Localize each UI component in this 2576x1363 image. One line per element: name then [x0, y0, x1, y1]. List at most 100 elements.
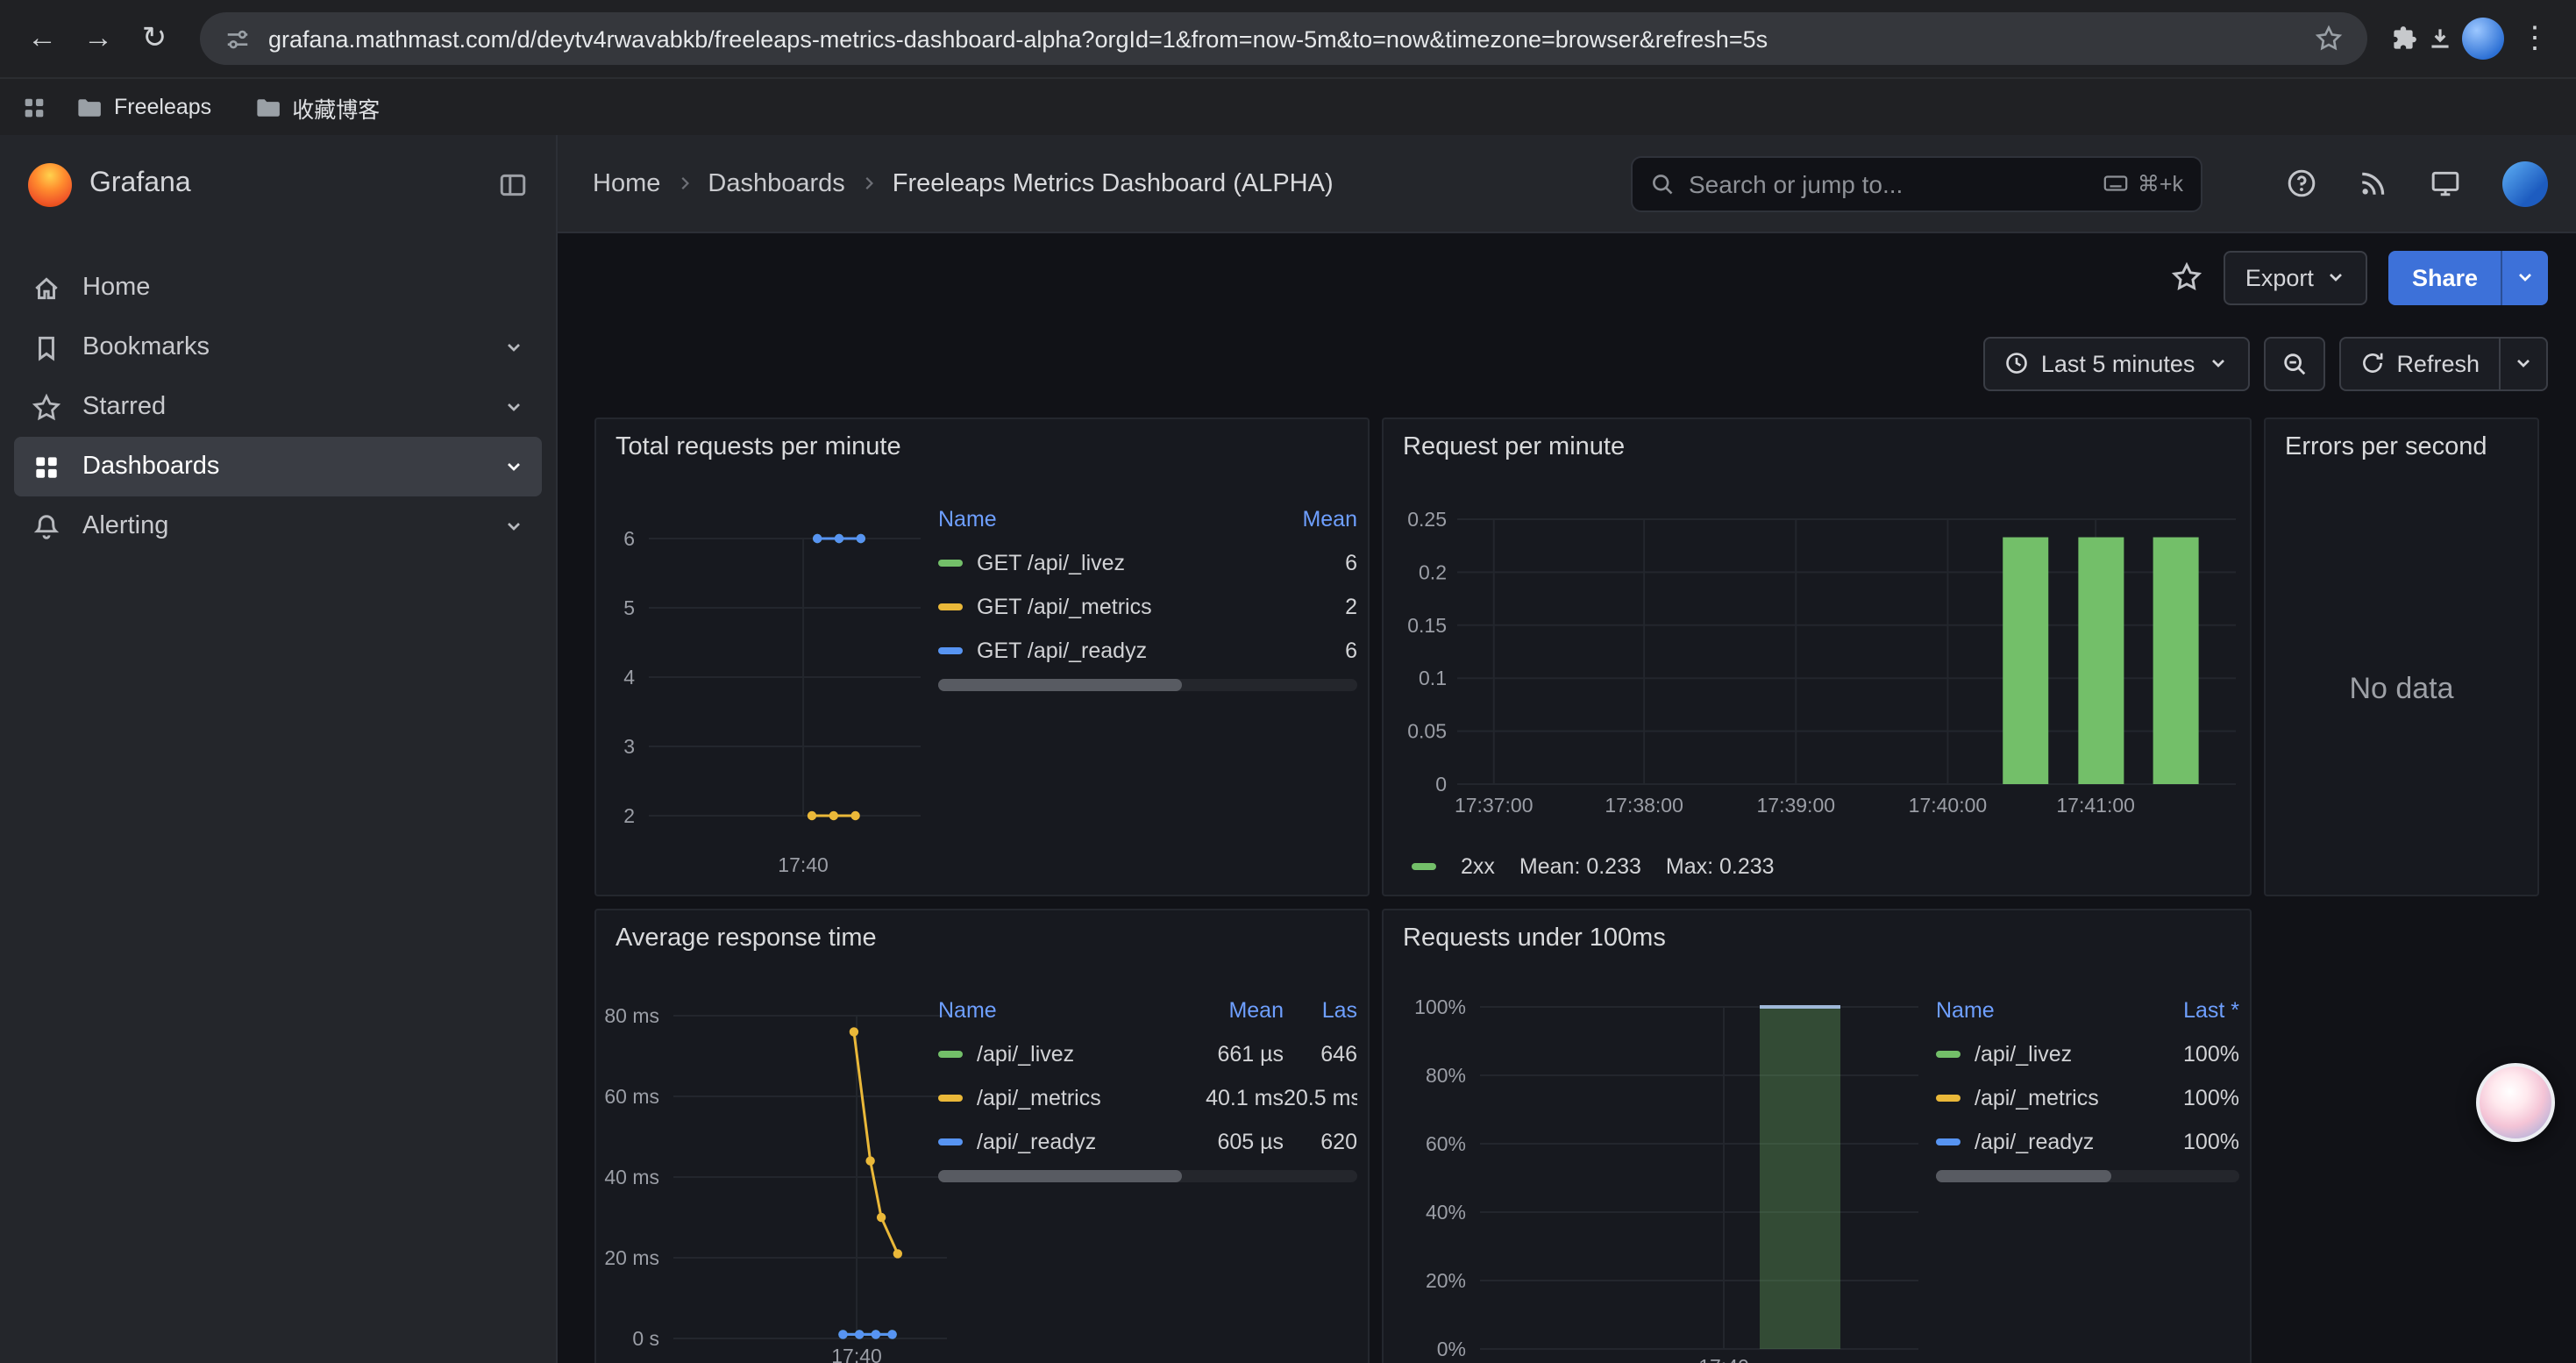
chevron-right-icon — [674, 174, 694, 193]
reload-icon[interactable]: ↻ — [130, 14, 179, 63]
scrollbar-thumb[interactable] — [938, 1170, 1181, 1182]
address-bar[interactable]: grafana.mathmast.com/d/deytv4rwavabkb/fr… — [200, 12, 2367, 65]
back-icon[interactable]: ← — [18, 14, 67, 63]
legend-scrollbar[interactable] — [938, 1170, 1357, 1182]
legend-header-name[interactable]: Name — [1936, 997, 2148, 1022]
bookmark-item-blogs[interactable]: 收藏博客 — [239, 85, 394, 129]
legend-series-name[interactable]: /api/_readyz — [1975, 1129, 2094, 1153]
legend-value: 100% — [2148, 1085, 2239, 1110]
scrollbar-thumb[interactable] — [938, 679, 1181, 691]
refresh-button[interactable]: Refresh — [2338, 336, 2499, 390]
legend-header-2[interactable]: Las — [1284, 997, 1357, 1022]
dashboard-canvas: Total requests per minute 6543217:40 Nam… — [558, 417, 2576, 1363]
series-swatch — [1936, 1050, 1960, 1057]
svg-text:17:37:00: 17:37:00 — [1455, 794, 1534, 817]
svg-text:0.05: 0.05 — [1407, 720, 1447, 743]
help-icon[interactable] — [2287, 168, 2316, 198]
grafana-sidebar: Grafana HomeBookmarksStarredDashboardsAl… — [0, 135, 558, 1363]
browser-toolbar: ← → ↻ grafana.mathmast.com/d/deytv4rwava… — [0, 0, 2576, 77]
apps-grid-icon[interactable] — [21, 94, 47, 120]
legend-row: GET /api/_readyz6 — [938, 628, 1357, 672]
clock-icon — [2004, 351, 2029, 375]
browser-profile-avatar[interactable] — [2462, 18, 2504, 60]
grafana-logo-icon[interactable] — [28, 162, 72, 206]
legend-series-name[interactable]: /api/_metrics — [1975, 1085, 2099, 1110]
scrollbar-thumb[interactable] — [1936, 1170, 2112, 1182]
legend-scrollbar[interactable] — [938, 679, 1357, 691]
site-info-icon[interactable] — [224, 25, 251, 52]
dock-sidebar-icon[interactable] — [498, 169, 528, 199]
forward-icon[interactable]: → — [74, 14, 123, 63]
panel-title[interactable]: Errors per second — [2266, 419, 2537, 475]
legend-row: /api/_readyz100% — [1936, 1119, 2239, 1163]
legend-header-1[interactable]: Mean — [1256, 506, 1357, 531]
bookmark-item-freeleaps[interactable]: Freeleaps — [61, 89, 225, 125]
downloads-icon[interactable] — [2425, 24, 2455, 54]
legend-series-name[interactable]: GET /api/_readyz — [977, 638, 1147, 662]
legend-header-1[interactable]: Last * — [2148, 997, 2239, 1022]
export-button[interactable]: Export — [2224, 250, 2368, 304]
legend-series-name[interactable]: /api/_readyz — [977, 1129, 1096, 1153]
assistant-avatar[interactable] — [2476, 1063, 2555, 1142]
series-swatch — [1412, 863, 1436, 870]
time-range-button[interactable]: Last 5 minutes — [1983, 336, 2250, 390]
legend-series-name[interactable]: /api/_livez — [977, 1041, 1074, 1066]
chevron-right-icon — [859, 174, 879, 193]
sidebar-item-home[interactable]: Home — [14, 258, 542, 318]
legend-value: 100% — [2148, 1041, 2239, 1066]
display-icon[interactable] — [2430, 168, 2460, 198]
legend-series-name[interactable]: GET /api/_metrics — [977, 594, 1152, 618]
zoom-out-button[interactable] — [2263, 336, 2324, 390]
search-input[interactable]: Search or jump to... ⌘+k — [1631, 155, 2202, 211]
breadcrumb-home[interactable]: Home — [593, 169, 660, 197]
sidebar-item-alerting[interactable]: Alerting — [14, 496, 542, 556]
chevron-down-icon — [2515, 267, 2536, 288]
svg-text:0 s: 0 s — [632, 1327, 659, 1350]
grafana-header: Home Dashboards Freeleaps Metrics Dashbo… — [558, 135, 2576, 233]
series-swatch — [938, 603, 963, 610]
svg-text:17:40:00: 17:40:00 — [1909, 794, 1988, 817]
bookmark-label: Freeleaps — [114, 95, 211, 119]
svg-text:4: 4 — [623, 666, 635, 689]
series-swatch — [1936, 1138, 1960, 1145]
browser-menu-icon[interactable]: ⋮ — [2511, 21, 2558, 56]
legend-header-name[interactable]: Name — [938, 997, 1178, 1022]
chevron-down-icon — [503, 456, 524, 477]
legend-header-name[interactable]: Name — [938, 506, 1256, 531]
refresh-interval-button[interactable] — [2499, 336, 2548, 390]
refresh-split-button: Refresh — [2338, 336, 2548, 390]
legend-header-row: NameLast * — [1936, 988, 2239, 1031]
search-shortcut: ⌘+k — [2103, 170, 2183, 196]
chevron-down-icon — [2207, 353, 2228, 374]
svg-text:2: 2 — [623, 804, 635, 827]
series-swatch — [938, 559, 963, 566]
legend-series-name[interactable]: GET /api/_livez — [977, 550, 1125, 574]
share-dropdown-button[interactable] — [2501, 250, 2548, 304]
series-swatch — [938, 1094, 963, 1101]
panel-requests-under-100ms: Requests under 100ms 100%80%60%40%20%0%1… — [1382, 909, 2252, 1363]
favorite-star-icon[interactable] — [2172, 261, 2203, 293]
legend-series-name[interactable]: /api/_livez — [1975, 1041, 2072, 1066]
user-avatar[interactable] — [2502, 161, 2548, 206]
sidebar-item-bookmarks[interactable]: Bookmarks — [14, 318, 542, 377]
keyboard-icon — [2103, 170, 2129, 196]
sidebar-item-dashboards[interactable]: Dashboards — [14, 437, 542, 496]
sidebar-item-label: Starred — [82, 393, 482, 421]
legend-row: /api/_metrics40.1 ms20.5 ms — [938, 1075, 1357, 1119]
bookmark-star-icon[interactable] — [2315, 25, 2343, 53]
breadcrumb-dashboards[interactable]: Dashboards — [708, 169, 844, 197]
svg-text:80%: 80% — [1426, 1064, 1466, 1087]
sidebar-item-label: Dashboards — [82, 453, 482, 481]
svg-text:0.1: 0.1 — [1419, 667, 1447, 689]
bar-chart[interactable]: 0.250.20.150.10.05017:37:0017:38:0017:39… — [1384, 419, 2252, 896]
legend-scrollbar[interactable] — [1936, 1170, 2239, 1182]
share-button[interactable]: Share — [2389, 250, 2501, 304]
legend-value: 2 — [1256, 594, 1357, 618]
legend-series-name[interactable]: 2xx — [1461, 854, 1495, 879]
sidebar-item-starred[interactable]: Starred — [14, 377, 542, 437]
news-icon[interactable] — [2359, 168, 2388, 198]
legend-header-1[interactable]: Mean — [1178, 997, 1284, 1022]
legend-series-name[interactable]: /api/_metrics — [977, 1085, 1101, 1110]
extensions-icon[interactable] — [2388, 24, 2418, 54]
dashboard-actions: Export Share — [558, 247, 2576, 307]
